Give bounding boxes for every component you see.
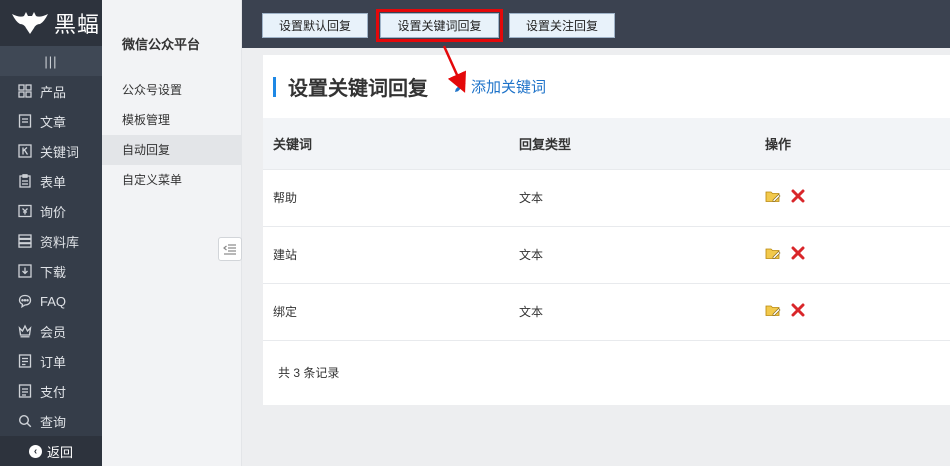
keyword-reply-panel: 设置关键词回复 添加关键词 关键词 回复类型 操作 帮助 文本 建站 文本 绑定…	[263, 55, 950, 405]
keyword-cell: 绑定	[273, 305, 298, 319]
subnav-title: 微信公众平台	[122, 37, 201, 52]
brand-name: 黑蝠	[54, 13, 101, 38]
keyword-cell: 帮助	[273, 191, 298, 205]
reply-type-cell: 文本	[519, 305, 544, 319]
add-keyword-label: 添加关键词	[471, 79, 547, 96]
sidebar-item-label: 表单	[40, 174, 67, 190]
sidebar-item-label: 产品	[40, 84, 67, 100]
sidebar-item-label: 资料库	[40, 234, 80, 250]
record-count: 共 3 条记录	[278, 366, 340, 380]
sidebar-item-faq[interactable]: FAQ	[0, 286, 102, 316]
table-row: 建站 文本	[263, 226, 950, 283]
column-header-keyword: 关键词	[273, 136, 313, 152]
download-icon	[18, 264, 32, 278]
actions-cell	[755, 283, 950, 340]
edit-folder-icon[interactable]	[765, 246, 781, 260]
heading-accent-bar	[273, 76, 276, 97]
back-label: 返回	[46, 444, 73, 460]
delete-icon[interactable]	[791, 303, 805, 317]
sidebar-item-orders[interactable]: 订单	[0, 346, 102, 376]
database-icon	[18, 234, 32, 248]
subnav-item-template-management[interactable]: 模板管理	[102, 105, 241, 135]
sidebar-item-label: 会员	[40, 324, 67, 340]
add-keyword-link[interactable]: 添加关键词	[454, 76, 546, 97]
pencil-icon	[455, 81, 466, 92]
sidebar-item-label: 查询	[40, 414, 67, 430]
article-icon	[18, 114, 32, 128]
panel-header: 设置关键词回复 添加关键词	[263, 55, 950, 118]
sidebar-item-forms[interactable]: 表单	[0, 166, 102, 196]
keyword-cell: 建站	[273, 248, 298, 262]
edit-folder-icon[interactable]	[765, 303, 781, 317]
subnav-item-auto-reply[interactable]: 自动回复	[102, 135, 241, 165]
payment-icon	[18, 384, 32, 398]
subnav-item-account-settings[interactable]: 公众号设置	[102, 75, 241, 105]
sidebar-item-library[interactable]: 资料库	[0, 226, 102, 256]
sidebar-item-query[interactable]: 查询	[0, 406, 102, 436]
sidebar-item-label: 询价	[40, 204, 67, 220]
sidebar-item-label: 下载	[40, 264, 67, 280]
edit-folder-icon[interactable]	[765, 189, 781, 203]
sidebar-item-download[interactable]: 下载	[0, 256, 102, 286]
default-reply-button[interactable]: 设置默认回复	[262, 13, 368, 38]
back-button[interactable]: ‹ 返回	[0, 436, 102, 466]
column-header-reply-type: 回复类型	[519, 136, 572, 152]
sidebar-item-label: FAQ	[40, 293, 67, 309]
actions-cell	[755, 226, 950, 283]
secondary-sidebar: 微信公众平台 公众号设置 模板管理 自动回复 自定义菜单	[102, 0, 242, 466]
sidebar-item-label: 支付	[40, 384, 67, 400]
keyword-table: 关键词 回复类型 操作 帮助 文本 建站 文本 绑定 文本	[263, 118, 950, 341]
search-icon	[18, 414, 32, 428]
reply-type-cell: 文本	[519, 191, 544, 205]
table-header-row: 关键词 回复类型 操作	[263, 118, 950, 169]
menu-collapse-icon	[223, 244, 236, 255]
subnav-item-custom-menu[interactable]: 自定义菜单	[102, 165, 241, 195]
keyword-reply-button[interactable]: 设置关键词回复	[376, 9, 503, 42]
page-title: 设置关键词回复	[288, 78, 428, 100]
top-toolbar: 设置默认回复 设置关键词回复 设置关注回复	[242, 0, 950, 48]
table-row: 帮助 文本	[263, 169, 950, 226]
follow-reply-button[interactable]: 设置关注回复	[509, 13, 615, 38]
subnav-toggle-button[interactable]	[218, 237, 242, 261]
sidebar-item-label: 关键词	[40, 144, 80, 160]
form-icon	[18, 174, 32, 188]
table-row: 绑定 文本	[263, 283, 950, 340]
actions-cell	[755, 169, 950, 226]
faq-icon	[18, 294, 32, 309]
sidebar-item-inquiry[interactable]: 询价	[0, 196, 102, 226]
sidebar-item-articles[interactable]: 文章	[0, 106, 102, 136]
column-header-actions: 操作	[765, 136, 792, 152]
sidebar-item-label: 订单	[40, 354, 67, 370]
grid-icon	[18, 84, 32, 98]
sidebar-item-products[interactable]: 产品	[0, 76, 102, 106]
main-sidebar: 黑蝠 ||| 产品 文章 关键词 表单 询价 资料库 下载 FAQ 会员 订单	[0, 0, 102, 466]
crown-icon	[18, 324, 32, 338]
delete-icon[interactable]	[791, 189, 805, 203]
sidebar-item-keywords[interactable]: 关键词	[0, 136, 102, 166]
sidebar-item-payment[interactable]: 支付	[0, 376, 102, 406]
logo[interactable]: 黑蝠	[0, 0, 102, 46]
keyword-icon	[18, 144, 32, 158]
reply-type-cell: 文本	[519, 248, 544, 262]
sidebar-collapse-button[interactable]: |||	[0, 46, 102, 76]
inquiry-icon	[18, 204, 32, 218]
sidebar-item-label: 文章	[40, 114, 67, 130]
sidebar-item-members[interactable]: 会员	[0, 316, 102, 346]
bat-logo-icon	[12, 12, 48, 34]
back-arrow-icon: ‹	[28, 444, 42, 458]
delete-icon[interactable]	[791, 246, 805, 260]
order-icon	[18, 354, 32, 368]
